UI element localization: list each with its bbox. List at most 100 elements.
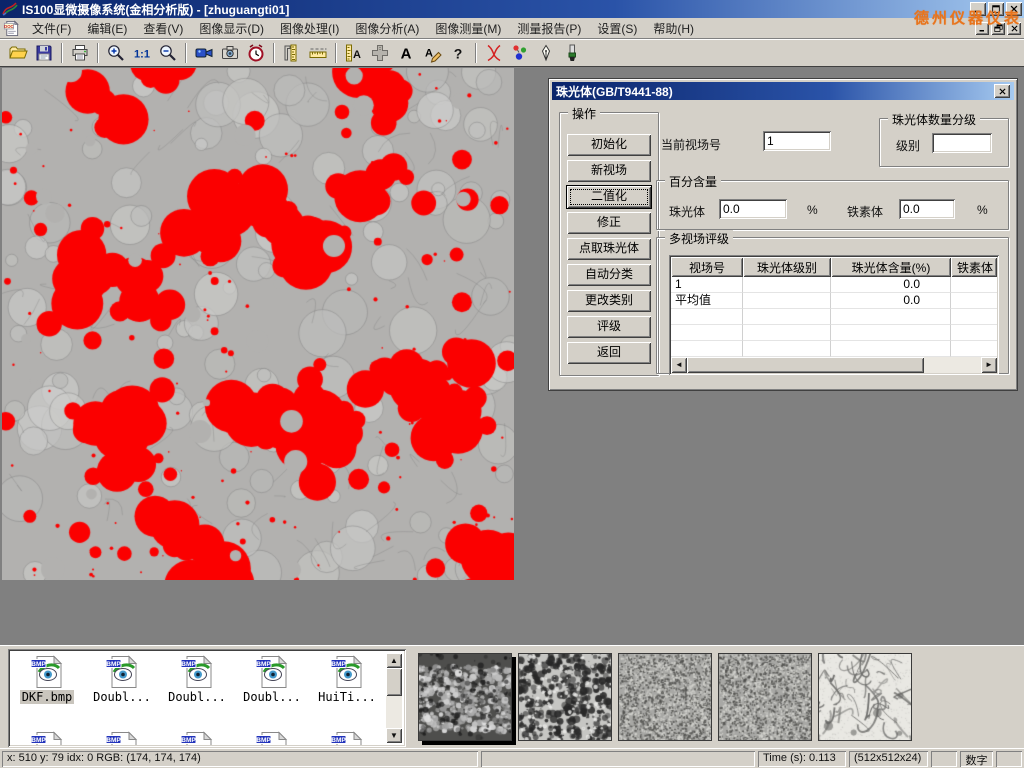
file-item[interactable]: BMP Doubl... (162, 655, 232, 704)
menu-image-measure[interactable]: 图像测量(M) (427, 18, 509, 39)
merge-button[interactable] (367, 41, 393, 65)
scrollbar-track[interactable] (924, 357, 981, 373)
menu-image-display[interactable]: 图像显示(D) (191, 18, 272, 39)
file-name[interactable]: DKF.bmp (20, 690, 75, 704)
menu-image-processing[interactable]: 图像处理(I) (272, 18, 347, 39)
bmp-file-icon: BMP (30, 655, 64, 689)
specimen-image[interactable] (2, 68, 514, 580)
file-item[interactable]: BMP Doubl... (237, 655, 307, 704)
grade-button[interactable]: 评级 (567, 316, 651, 338)
video-capture-button[interactable] (191, 41, 217, 65)
return-button[interactable]: 返回 (567, 342, 651, 364)
scroll-down-arrow[interactable]: ▼ (386, 728, 402, 743)
dialog-close-button[interactable] (994, 84, 1010, 98)
zoom-out-button[interactable] (155, 41, 181, 65)
scrollbar-thumb[interactable] (687, 357, 924, 373)
one-to-one-icon: 1:1 (132, 43, 152, 63)
menu-help[interactable]: 帮助(H) (645, 18, 702, 39)
file-item-partial[interactable]: BMP (162, 731, 232, 745)
svg-text:1:1: 1:1 (134, 48, 150, 60)
brush-button[interactable] (559, 41, 585, 65)
pearlite-percent-input[interactable] (719, 199, 787, 219)
correct-button[interactable]: 修正 (567, 212, 651, 234)
classify-button[interactable] (507, 41, 533, 65)
header-pearlite[interactable]: 珠光体含量(%) (831, 257, 951, 277)
ruler-button[interactable] (305, 41, 331, 65)
svg-text:BMP: BMP (331, 737, 346, 744)
spline-button[interactable] (481, 41, 507, 65)
thumbnail-3[interactable] (618, 653, 712, 741)
menu-view[interactable]: 查看(V) (135, 18, 191, 39)
thumbnail-4[interactable] (718, 653, 812, 741)
thumbnail-1[interactable] (418, 653, 512, 741)
change-class-button[interactable]: 更改类别 (567, 290, 651, 312)
menu-edit[interactable]: 编辑(E) (79, 18, 135, 39)
file-name[interactable]: Doubl... (91, 690, 153, 704)
thumbnail-5[interactable] (818, 653, 912, 741)
new-field-button[interactable]: 新视场 (567, 160, 651, 182)
file-name[interactable]: HuiTi... (316, 690, 378, 704)
scroll-left-arrow[interactable]: ◄ (671, 357, 687, 373)
title-bar: IS100显微摄像系统(金相分析版) - [zhuguangti01] (0, 0, 1024, 18)
file-name[interactable]: Doubl... (166, 690, 228, 704)
percent-group-label: 百分含量 (665, 173, 721, 190)
header-ferrite[interactable]: 铁素体 (951, 257, 997, 277)
caliper-icon (282, 43, 302, 63)
timer-button[interactable] (243, 41, 269, 65)
svg-text:BMP: BMP (331, 661, 346, 668)
file-item-partial[interactable]: BMP (12, 731, 82, 745)
toolbar-separator (335, 43, 337, 63)
document-icon[interactable]: DOC (3, 20, 20, 37)
caliper-button[interactable] (279, 41, 305, 65)
status-spacer-panel (481, 751, 755, 767)
auto-classify-button[interactable]: 自动分类 (567, 264, 651, 286)
photo-capture-button[interactable] (217, 41, 243, 65)
table-row[interactable]: 1 0.0 (671, 277, 997, 293)
scroll-up-arrow[interactable]: ▲ (386, 653, 402, 668)
text-button[interactable]: A (393, 41, 419, 65)
actual-size-button[interactable]: 1:1 (129, 41, 155, 65)
browser-vertical-scrollbar: ▲ ▼ (386, 653, 402, 743)
binarize-button[interactable]: 二值化 (567, 186, 651, 208)
table-row-empty (671, 325, 997, 341)
menu-measure-report[interactable]: 测量报告(P) (509, 18, 589, 39)
file-item[interactable]: BMP DKF.bmp (12, 655, 82, 704)
multifield-group-label: 多视场评级 (665, 230, 733, 247)
initialize-button[interactable]: 初始化 (567, 134, 651, 156)
open-button[interactable] (5, 41, 31, 65)
print-button[interactable] (67, 41, 93, 65)
ferrite-percent-input[interactable] (899, 199, 955, 219)
measure-text-icon: A (344, 43, 364, 63)
file-name[interactable]: Doubl... (241, 690, 303, 704)
header-grade[interactable]: 珠光体级别 (743, 257, 831, 277)
header-field[interactable]: 视场号 (671, 257, 743, 277)
bmp-file-icon: BMP (30, 731, 64, 745)
menu-file[interactable]: 文件(F) (24, 18, 79, 39)
menu-settings[interactable]: 设置(S) (589, 18, 645, 39)
table-row[interactable]: 平均值 0.0 (671, 293, 997, 309)
current-field-input[interactable] (763, 131, 831, 151)
bottom-panel: BMP DKF.bmp BMP Doubl... BMP Doubl... BM… (0, 645, 1024, 748)
measure-text-button[interactable]: A (341, 41, 367, 65)
picker-button[interactable] (533, 41, 559, 65)
grade-input[interactable] (932, 133, 992, 153)
scrollbar-thumb[interactable] (386, 668, 402, 696)
current-field-label: 当前视场号 (661, 136, 721, 153)
file-item[interactable]: BMP HuiTi... (312, 655, 382, 704)
menu-image-analysis[interactable]: 图像分析(A) (347, 18, 427, 39)
colored-dots-icon (510, 43, 530, 63)
file-item-partial[interactable]: BMP (312, 731, 382, 745)
thumbnail-2[interactable] (518, 653, 612, 741)
save-button[interactable] (31, 41, 57, 65)
multifield-table: 视场号 珠光体级别 珠光体含量(%) 铁素体 1 0.0 平均值 (669, 255, 999, 375)
scroll-right-arrow[interactable]: ► (981, 357, 997, 373)
scrollbar-track[interactable] (386, 696, 402, 728)
file-item[interactable]: BMP Doubl... (87, 655, 157, 704)
ruler-icon (308, 43, 328, 63)
help-button[interactable]: ? (445, 41, 471, 65)
file-item-partial[interactable]: BMP (87, 731, 157, 745)
zoom-in-button[interactable] (103, 41, 129, 65)
text-edit-button[interactable]: A (419, 41, 445, 65)
pick-pearlite-button[interactable]: 点取珠光体 (567, 238, 651, 260)
file-item-partial[interactable]: BMP (237, 731, 307, 745)
